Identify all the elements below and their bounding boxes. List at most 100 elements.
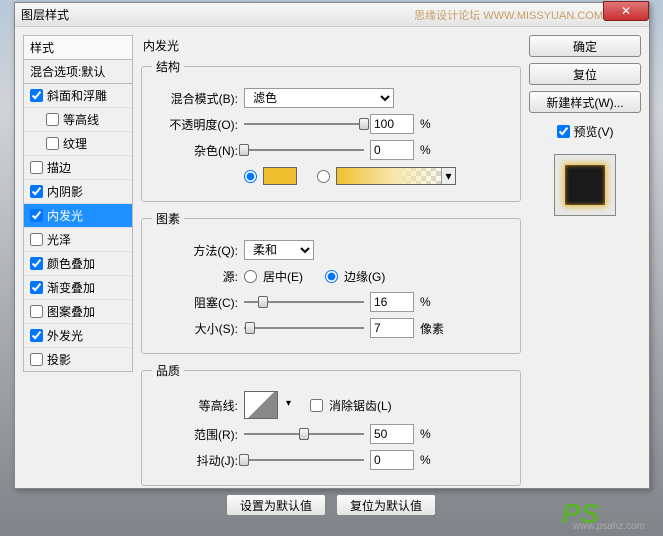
preview-thumbnail xyxy=(554,154,616,216)
watermark-text: 思缘设计论坛 WWW.MISSYUAN.COM xyxy=(414,7,603,23)
style-label-2: 纹理 xyxy=(63,135,87,152)
style-item-9[interactable]: 图案叠加 xyxy=(24,300,132,324)
style-item-5[interactable]: 内发光 xyxy=(24,204,132,228)
choke-input[interactable] xyxy=(370,292,414,312)
styles-sidebar: 样式 混合选项:默认 斜面和浮雕等高线纹理描边内阴影内发光光泽颜色叠加渐变叠加图… xyxy=(23,35,133,480)
style-checkbox-5[interactable] xyxy=(30,209,43,222)
opacity-label: 不透明度(O): xyxy=(152,116,238,133)
style-label-7: 颜色叠加 xyxy=(47,255,95,272)
style-item-3[interactable]: 描边 xyxy=(24,156,132,180)
source-center-radio[interactable] xyxy=(244,270,257,283)
noise-slider[interactable] xyxy=(244,141,364,159)
opacity-input[interactable] xyxy=(370,114,414,134)
make-default-button[interactable]: 设置为默认值 xyxy=(226,494,326,516)
style-item-10[interactable]: 外发光 xyxy=(24,324,132,348)
blend-options-default[interactable]: 混合选项:默认 xyxy=(23,60,133,84)
anti-alias-checkbox[interactable] xyxy=(310,399,323,412)
style-checkbox-1[interactable] xyxy=(46,113,59,126)
structure-group: 结构 混合模式(B): 滤色 不透明度(O): % 杂色(N): % xyxy=(141,58,521,202)
footer-watermark: PS 爱好者 www.psahz.com xyxy=(562,498,645,530)
style-item-6[interactable]: 光泽 xyxy=(24,228,132,252)
style-item-8[interactable]: 渐变叠加 xyxy=(24,276,132,300)
source-edge-radio[interactable] xyxy=(325,270,338,283)
style-checkbox-11[interactable] xyxy=(30,353,43,366)
opacity-slider[interactable] xyxy=(244,115,364,133)
quality-legend: 品质 xyxy=(152,362,184,379)
dialog-title: 图层样式 xyxy=(21,6,414,23)
style-label-11: 投影 xyxy=(47,351,71,368)
style-checkbox-8[interactable] xyxy=(30,281,43,294)
style-item-1[interactable]: 等高线 xyxy=(24,108,132,132)
style-label-8: 渐变叠加 xyxy=(47,279,95,296)
opacity-unit: % xyxy=(420,117,450,131)
chevron-down-icon[interactable]: ▾ xyxy=(441,168,455,184)
style-label-1: 等高线 xyxy=(63,111,99,128)
layer-style-dialog: 图层样式 思缘设计论坛 WWW.MISSYUAN.COM ✕ 样式 混合选项:默… xyxy=(14,2,650,489)
blend-mode-select[interactable]: 滤色 xyxy=(244,88,394,108)
style-checkbox-6[interactable] xyxy=(30,233,43,246)
size-label: 大小(S): xyxy=(152,320,238,337)
style-label-10: 外发光 xyxy=(47,327,83,344)
range-input[interactable] xyxy=(370,424,414,444)
style-list: 斜面和浮雕等高线纹理描边内阴影内发光光泽颜色叠加渐变叠加图案叠加外发光投影 xyxy=(23,84,133,372)
style-item-0[interactable]: 斜面和浮雕 xyxy=(24,84,132,108)
style-item-11[interactable]: 投影 xyxy=(24,348,132,371)
anti-alias-label: 消除锯齿(L) xyxy=(329,397,392,414)
panel-title: 内发光 xyxy=(141,35,521,58)
blend-mode-label: 混合模式(B): xyxy=(152,90,238,107)
jitter-input[interactable] xyxy=(370,450,414,470)
style-checkbox-10[interactable] xyxy=(30,329,43,342)
style-checkbox-4[interactable] xyxy=(30,185,43,198)
style-item-4[interactable]: 内阴影 xyxy=(24,180,132,204)
choke-unit: % xyxy=(420,295,450,309)
action-column: 确定 复位 新建样式(W)... 预览(V) xyxy=(529,35,641,480)
style-label-6: 光泽 xyxy=(47,231,71,248)
style-item-2[interactable]: 纹理 xyxy=(24,132,132,156)
new-style-button[interactable]: 新建样式(W)... xyxy=(529,91,641,113)
range-slider[interactable] xyxy=(244,425,364,443)
style-checkbox-9[interactable] xyxy=(30,305,43,318)
source-center-label: 居中(E) xyxy=(263,268,303,285)
size-input[interactable] xyxy=(370,318,414,338)
size-unit: 像素 xyxy=(420,320,450,337)
jitter-slider[interactable] xyxy=(244,451,364,469)
style-label-5: 内发光 xyxy=(47,207,83,224)
color-swatch[interactable] xyxy=(263,167,297,185)
gradient-radio[interactable] xyxy=(317,170,330,183)
noise-unit: % xyxy=(420,143,450,157)
style-checkbox-7[interactable] xyxy=(30,257,43,270)
close-button[interactable]: ✕ xyxy=(603,1,649,21)
style-label-0: 斜面和浮雕 xyxy=(47,87,107,104)
element-group: 图素 方法(Q): 柔和 源: 居中(E) 边缘(G) 阻塞 xyxy=(141,210,521,354)
structure-legend: 结构 xyxy=(152,58,184,75)
reset-default-button[interactable]: 复位为默认值 xyxy=(336,494,436,516)
range-label: 范围(R): xyxy=(152,426,238,443)
range-unit: % xyxy=(420,427,450,441)
method-label: 方法(Q): xyxy=(152,242,238,259)
style-checkbox-0[interactable] xyxy=(30,89,43,102)
preview-checkbox[interactable] xyxy=(557,125,570,138)
titlebar[interactable]: 图层样式 思缘设计论坛 WWW.MISSYUAN.COM ✕ xyxy=(15,3,649,27)
settings-panel: 内发光 结构 混合模式(B): 滤色 不透明度(O): % 杂色(N): xyxy=(141,35,521,480)
style-checkbox-2[interactable] xyxy=(46,137,59,150)
style-label-9: 图案叠加 xyxy=(47,303,95,320)
method-select[interactable]: 柔和 xyxy=(244,240,314,260)
quality-group: 品质 等高线: 消除锯齿(L) 范围(R): % 抖动(J): xyxy=(141,362,521,486)
ok-button[interactable]: 确定 xyxy=(529,35,641,57)
gradient-swatch[interactable]: ▾ xyxy=(336,167,456,185)
style-checkbox-3[interactable] xyxy=(30,161,43,174)
size-slider[interactable] xyxy=(244,319,364,337)
cancel-button[interactable]: 复位 xyxy=(529,63,641,85)
contour-picker[interactable] xyxy=(244,391,278,419)
solid-color-radio[interactable] xyxy=(244,170,257,183)
jitter-unit: % xyxy=(420,453,450,467)
preview-label: 预览(V) xyxy=(574,123,614,140)
sidebar-header[interactable]: 样式 xyxy=(23,35,133,60)
ps-logo-url: www.psahz.com xyxy=(573,521,645,532)
jitter-label: 抖动(J): xyxy=(152,452,238,469)
noise-input[interactable] xyxy=(370,140,414,160)
style-item-7[interactable]: 颜色叠加 xyxy=(24,252,132,276)
choke-slider[interactable] xyxy=(244,293,364,311)
source-label: 源: xyxy=(152,268,238,285)
style-label-3: 描边 xyxy=(47,159,71,176)
